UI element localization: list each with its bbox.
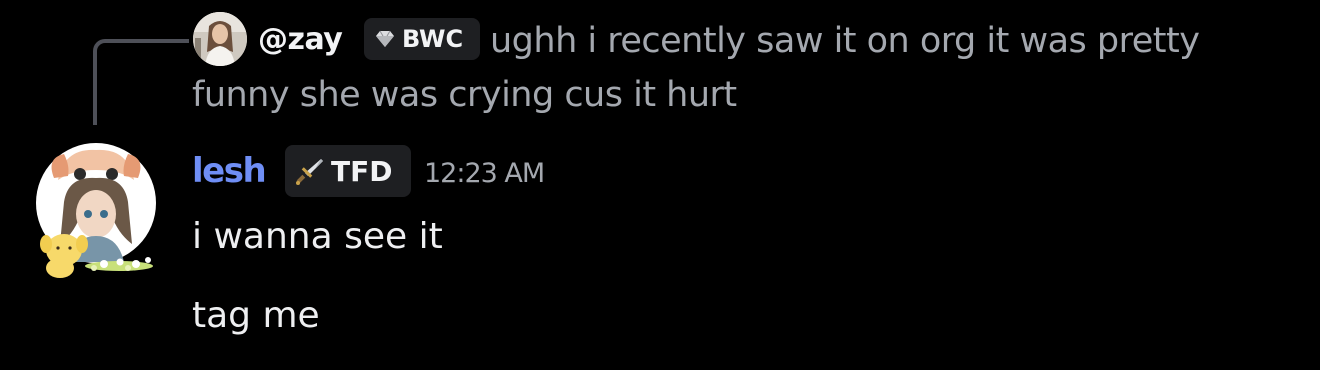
avatar-image <box>36 143 156 278</box>
reply-connector <box>93 39 189 125</box>
guild-tag[interactable]: TFD <box>285 145 411 197</box>
avatar[interactable] <box>24 140 174 285</box>
sword-icon <box>296 159 323 185</box>
chat-view: @zay BWC ughh i recently saw it on org i… <box>0 0 1320 370</box>
reply-preview-text[interactable]: ughh i recently saw it on org it was pre… <box>192 14 1252 122</box>
guild-tag-label: TFD <box>331 154 393 188</box>
message-line: tag me <box>192 295 320 336</box>
message-line: i wanna see it <box>192 216 443 257</box>
timestamp[interactable]: 12:23 AM <box>424 152 545 196</box>
username[interactable]: lesh <box>192 147 267 195</box>
